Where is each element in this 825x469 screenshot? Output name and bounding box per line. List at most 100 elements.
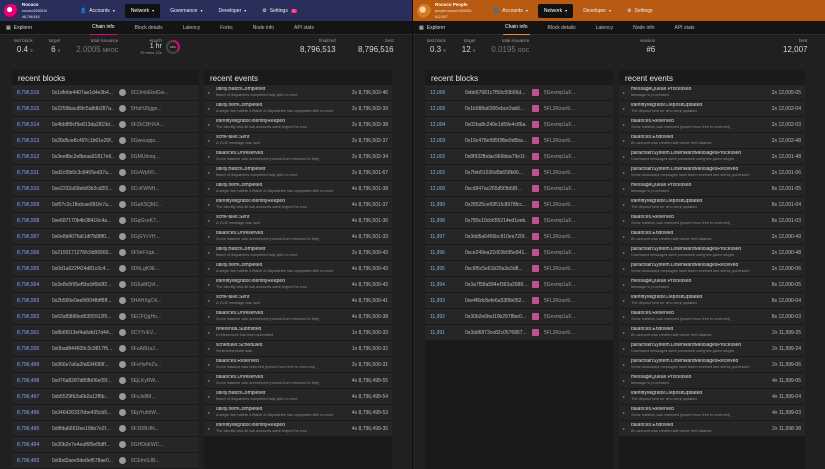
- expand-caret-icon[interactable]: ▸: [208, 426, 213, 431]
- expand-caret-icon[interactable]: ▸: [208, 90, 213, 95]
- block-row[interactable]: 8,796,508 0xe687170b4b38416c4a... 5GqGceK7…: [12, 213, 198, 228]
- event-row[interactable]: ▸ identityMigrator.IdentityReaped The iden…: [204, 117, 392, 132]
- menu-developer[interactable]: Developer ▾: [577, 4, 617, 18]
- block-row[interactable]: 8,796,501 0x8b6f913ef4a8afd17d44... 5CYYcE…: [12, 325, 198, 340]
- tab-block-details[interactable]: Block details: [133, 21, 165, 35]
- block-author[interactable]: 5GMUbmq...: [131, 154, 171, 160]
- block-number-link[interactable]: 8,796,515: [17, 106, 47, 112]
- block-row[interactable]: 8,796,495 0x8fda6661fee19bb7e2f... 5F3D8Ut…: [12, 421, 198, 436]
- expand-caret-icon[interactable]: ▸: [208, 138, 213, 143]
- block-number-link[interactable]: 12,004: [430, 122, 460, 128]
- block-row[interactable]: 11,998 0x789c10cb655214ed1eeb... 5Gnxmp1uF…: [425, 213, 613, 228]
- event-block-link[interactable]: 2x 8,796,502-46: [352, 90, 388, 96]
- event-block-link[interactable]: 2x 11,999-06: [772, 362, 801, 368]
- event-block-link[interactable]: 2x 12,001-48: [772, 154, 801, 160]
- block-row[interactable]: 12,003 0x19c478e585f3fbe0d5ba... 5FL2Rzue9…: [425, 133, 613, 148]
- block-row[interactable]: 8,796,511 0xd2cf0b0c3c8455ed37a... 5GvWpfX…: [12, 165, 198, 180]
- block-row[interactable]: 11,997 0x3dd5a6456bc910ee720f... 5FL2Rzue9…: [425, 229, 613, 244]
- event-block-link[interactable]: 2x 11,998-38: [772, 426, 801, 432]
- event-block-link[interactable]: 2x 8,796,501-67: [352, 170, 388, 176]
- block-row[interactable]: 12,004 0x02ba8c240e1d59e4c86a... 5Gnxmp1uF…: [425, 117, 613, 132]
- expand-caret-icon[interactable]: ▸: [623, 138, 628, 143]
- expand-caret-icon[interactable]: ▸: [623, 282, 628, 287]
- tab-block-details[interactable]: Block details: [546, 21, 578, 35]
- tab-latency[interactable]: Latency: [594, 21, 616, 35]
- block-row[interactable]: 8,796,514 0x4bb8f9cf9e813da2819d... 5FZkCB…: [12, 117, 198, 132]
- event-block-link[interactable]: 2x 12,002-03: [772, 122, 801, 128]
- event-row[interactable]: ▸ balances.Endowed An account was created …: [619, 133, 805, 148]
- tab-chain-info[interactable]: Chain info: [503, 20, 530, 35]
- block-author[interactable]: 5CYYcEV...: [131, 330, 171, 336]
- expand-caret-icon[interactable]: ▸: [623, 234, 628, 239]
- block-row[interactable]: 8,796,507 0x6e8d407fa61df7b88f0... 5GjGYcV…: [12, 229, 198, 244]
- expand-caret-icon[interactable]: ▸: [208, 250, 213, 255]
- block-row[interactable]: 8,796,513 0x28d5ce8c497c1b61e20f... 5Gweuq…: [12, 133, 198, 148]
- block-row[interactable]: 8,796,497 0xb5529fb2a6b2a12f6b... 5FvJs8M.…: [12, 389, 198, 404]
- block-row[interactable]: 8,796,505 0x0d1a622f424d81c0c4... 5DhLgK9E…: [12, 261, 198, 276]
- block-number-link[interactable]: 8,796,513: [17, 138, 47, 144]
- event-block-link[interactable]: 8x 12,001-05: [772, 186, 801, 192]
- block-row[interactable]: 12,006 0xbb67681c7f50c50b56d... 5Gnxmp1uF.…: [425, 85, 613, 100]
- block-author[interactable]: 5FL2Rzue9...: [544, 298, 584, 304]
- block-row[interactable]: 12,001 0x7feb51036d5b658b06... 5FL2Rzue9..…: [425, 165, 613, 180]
- tab-chain-info[interactable]: Chain info: [90, 20, 117, 35]
- block-number-link[interactable]: 8,796,506: [17, 250, 47, 256]
- block-row[interactable]: 8,796,499 0x966e7a6a2fa634689f... 5FvHsPeZ…: [12, 357, 198, 372]
- block-row[interactable]: 8,796,493 0x0bd2aee5de8ef578ae0... 5CEtmSJ…: [12, 453, 198, 468]
- block-row[interactable]: 11,995 0xc6f5c5e61b29a3e3d8... 5FL2Rzue9..…: [425, 261, 613, 276]
- event-block-link[interactable]: 4x 11,999-05: [772, 378, 801, 384]
- event-row[interactable]: ▸ utility.BatchCompleted Batch of dispatch…: [204, 245, 392, 260]
- event-row[interactable]: ▸ parachainSystem.DownwardMessagesReceive…: [619, 165, 805, 180]
- event-block-link[interactable]: 8x 12,001-03: [772, 218, 801, 224]
- block-number-link[interactable]: 8,796,494: [17, 442, 47, 448]
- block-author[interactable]: 5Gnxmp1uF...: [544, 218, 584, 224]
- block-number-link[interactable]: 8,796,509: [17, 202, 47, 208]
- block-number-link[interactable]: 8,796,500: [17, 346, 47, 352]
- event-row[interactable]: ▸ utility.BatchCompleted Batch of dispatch…: [204, 85, 392, 100]
- expand-caret-icon[interactable]: ▸: [208, 282, 213, 287]
- expand-caret-icon[interactable]: ▸: [208, 122, 213, 127]
- block-number-link[interactable]: 11,998: [430, 218, 460, 224]
- event-block-link[interactable]: 2x 8,796,502-39: [352, 106, 388, 112]
- block-row[interactable]: 8,796,498 0xd76a8287d80fb06e05f... 5EjLKyR…: [12, 373, 198, 388]
- block-number-link[interactable]: 11,993: [430, 298, 460, 304]
- expand-caret-icon[interactable]: ▸: [623, 266, 628, 271]
- expand-caret-icon[interactable]: ▸: [208, 362, 213, 367]
- block-author[interactable]: 5EjLKyRW...: [131, 378, 171, 384]
- block-number-link[interactable]: 8,796,501: [17, 330, 47, 336]
- event-row[interactable]: ▸ balances.Unreserved Some balance was unr…: [204, 229, 392, 244]
- event-block-link[interactable]: 4x 8,796,500-42: [352, 282, 388, 288]
- block-row[interactable]: 12,002 0x8f932fbdac966bba79e1f... 5Gnxmp1u…: [425, 149, 613, 164]
- event-row[interactable]: ▸ parachainSystem.DownwardMessagesProcess…: [619, 245, 805, 260]
- chain-selector[interactable]: Rococo People people-rococo/1000001 #12,…: [417, 2, 475, 20]
- event-row[interactable]: ▸ utility.ItemCompleted A single item with…: [204, 181, 392, 196]
- block-number-link[interactable]: 8,796,496: [17, 410, 47, 416]
- block-number-link[interactable]: 12,003: [430, 138, 460, 144]
- block-author[interactable]: 5FZkCBHXA...: [131, 122, 171, 128]
- event-block-link[interactable]: 2x 12,002-48: [772, 138, 801, 144]
- event-row[interactable]: ▸ utility.ItemCompleted A single item with…: [204, 261, 392, 276]
- block-author[interactable]: 5FL2Rzue9...: [544, 138, 584, 144]
- block-author[interactable]: 5HAHXgC4...: [131, 298, 171, 304]
- block-number-link[interactable]: 8,796,504: [17, 282, 47, 288]
- block-row[interactable]: 8,796,504 0x3e8e5f95ef5bcbf6b0f2... 5G6aMQ…: [12, 277, 198, 292]
- block-author[interactable]: 5G6aMQsf...: [131, 282, 171, 288]
- expand-caret-icon[interactable]: ▸: [623, 106, 628, 111]
- event-row[interactable]: ▸ balances.Reserved Some balance was reser…: [619, 309, 805, 324]
- expand-caret-icon[interactable]: ▸: [623, 426, 628, 431]
- expand-caret-icon[interactable]: ▸: [208, 170, 213, 175]
- event-row[interactable]: ▸ balances.Reserved Some balance was reser…: [619, 117, 805, 132]
- event-block-link[interactable]: 2x 11,999-24: [772, 346, 801, 352]
- block-author[interactable]: 5EpYuhhW...: [131, 410, 171, 416]
- event-row[interactable]: ▸ balances.Reserved Some balance was reser…: [204, 357, 392, 372]
- event-block-link[interactable]: 4x 8,796,501-36: [352, 218, 388, 224]
- expand-caret-icon[interactable]: ▸: [208, 378, 213, 383]
- block-author[interactable]: 5FL2Rzue9...: [544, 202, 584, 208]
- event-block-link[interactable]: 2x 8,796,500-43: [352, 250, 388, 256]
- block-number-link[interactable]: 11,991: [430, 330, 460, 336]
- event-row[interactable]: ▸ identityMigrator.DepositUpdated The depo…: [619, 389, 805, 404]
- event-row[interactable]: ▸ messageQueue.Processed Message is proces…: [619, 373, 805, 388]
- expand-caret-icon[interactable]: ▸: [208, 202, 213, 207]
- block-author[interactable]: 5F3D8UtN...: [131, 426, 171, 432]
- menu-settings[interactable]: ⚙ Settings 1: [256, 4, 303, 18]
